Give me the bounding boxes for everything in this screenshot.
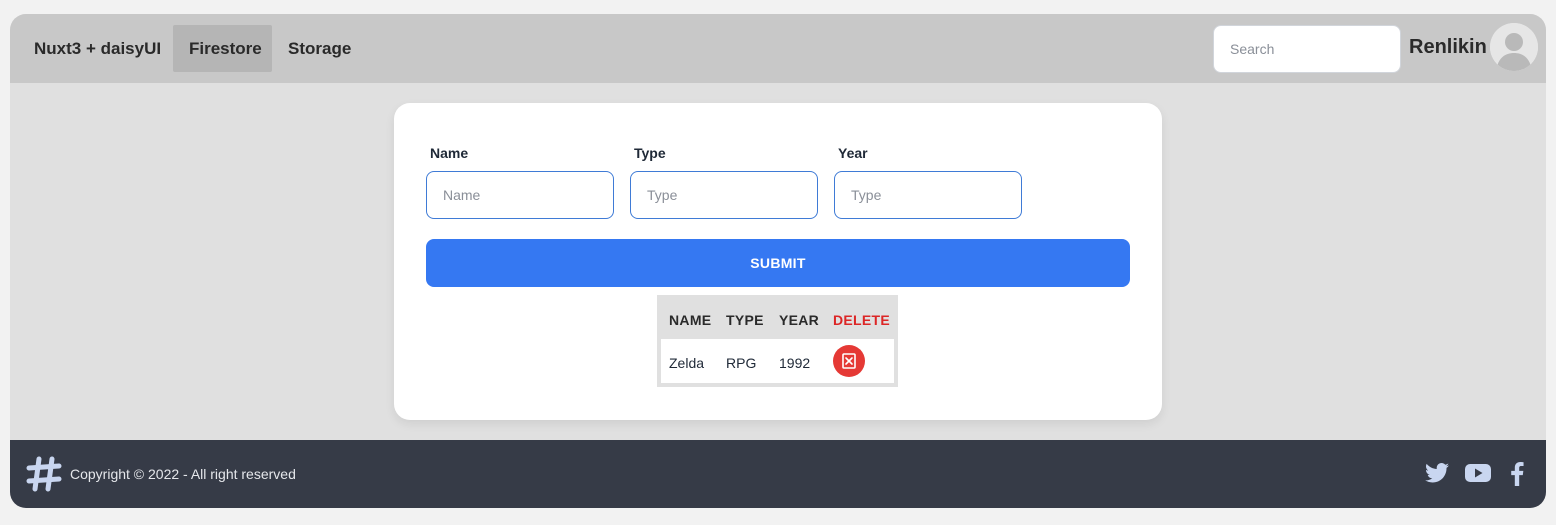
user-avatar-icon [1490,23,1538,71]
hashtag-logo-icon [26,456,62,492]
header-year: YEAR [779,312,820,328]
username: Renlikin [1409,36,1487,58]
copyright-text: Copyright © 2022 - All right reserved [70,466,296,482]
type-input[interactable] [630,171,818,219]
delete-x-icon [842,353,856,369]
facebook-icon[interactable] [1510,462,1524,486]
table-row: Zelda RPG 1992 [661,339,894,383]
submit-button[interactable]: SUBMIT [426,239,1130,287]
nav-item-firestore[interactable]: Firestore [173,25,272,72]
brand-link[interactable]: Nuxt3 + daisyUI [18,25,177,72]
app-window: Nuxt3 + daisyUI Firestore Storage Renlik… [10,14,1546,508]
year-label: Year [838,145,868,161]
delete-button[interactable] [833,345,865,377]
header-type: TYPE [726,312,764,328]
header-name: NAME [669,312,712,328]
youtube-icon[interactable] [1465,462,1491,484]
name-label: Name [430,145,469,161]
twitter-icon[interactable] [1425,462,1449,484]
search-input[interactable] [1213,25,1401,73]
type-label: Type [634,145,666,161]
form-card: Name Type Year SUBMIT NAME TYPE YEAR DEL… [394,103,1162,420]
games-table: NAME TYPE YEAR DELETE Zelda RPG 1992 [657,295,898,387]
cell-year: 1992 [779,355,811,371]
cell-name: Zelda [669,355,705,371]
avatar[interactable] [1490,23,1538,71]
navbar: Nuxt3 + daisyUI Firestore Storage Renlik… [10,14,1546,83]
nav-item-storage[interactable]: Storage [272,25,367,72]
cell-type: RPG [726,355,757,371]
name-input[interactable] [426,171,614,219]
year-input[interactable] [834,171,1022,219]
table-header: NAME TYPE YEAR DELETE [661,299,894,339]
header-delete: DELETE [833,312,891,328]
footer: Copyright © 2022 - All right reserved [10,440,1546,508]
